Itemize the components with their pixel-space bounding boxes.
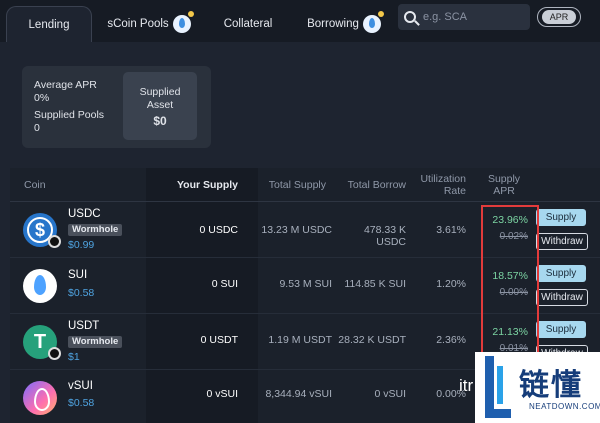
coin-price: $0.58: [68, 397, 95, 409]
tab-collateral[interactable]: Collateral: [210, 6, 286, 42]
total-borrow: 28.32 K USDT: [338, 334, 406, 346]
withdraw-button[interactable]: Withdraw: [536, 289, 588, 306]
coin-name: USDT: [68, 320, 100, 332]
header-your-supply: Your Supply: [176, 179, 238, 191]
supply-apr-boosted: 23.96%: [492, 214, 528, 226]
table-row: SUI $0.58 0 SUI 9.53 M SUI 114.85 K SUI …: [10, 258, 600, 314]
sparkle-icon: [377, 11, 384, 17]
supply-apr-boosted: 21.13%: [492, 326, 528, 338]
tab-label: sCoin Pools: [107, 18, 169, 30]
header-supply-apr-line1: Supply: [487, 173, 521, 185]
vsui-coin-icon: [23, 381, 57, 415]
neatdown-watermark: 链懂 NEATDOWN.COM: [475, 352, 600, 423]
your-supply: 0 USDC: [199, 224, 238, 236]
average-apr-value: 0%: [34, 92, 50, 104]
apr-toggle-label: APR: [542, 10, 576, 24]
header-utilization-line1: Utilization: [420, 173, 466, 185]
supply-button[interactable]: Supply: [536, 321, 586, 338]
header-supply-apr: Supply APR: [480, 173, 528, 197]
total-supply: 8,344.94 vSUI: [265, 388, 332, 400]
watermark-cn-text: 链懂: [519, 369, 583, 402]
total-borrow: 478.33 K USDC: [363, 224, 406, 248]
wormhole-tag: Wormhole: [68, 224, 123, 236]
sui-coin-icon: [362, 11, 384, 33]
supplied-asset-label-1: Supplied: [139, 86, 181, 98]
supply-apr-boosted: 18.57%: [492, 270, 528, 282]
your-supply: 0 USDT: [200, 334, 238, 346]
watermark-logo-icon: [485, 356, 511, 418]
supply-button[interactable]: Supply: [536, 209, 586, 226]
total-borrow: 0 vSUI: [374, 388, 406, 400]
withdraw-button[interactable]: Withdraw: [536, 233, 588, 250]
table-row: USDC Wormhole $0.99 0 USDC 13.23 M USDC …: [10, 202, 600, 258]
utilization-rate: 2.36%: [436, 334, 466, 346]
apr-toggle[interactable]: APR: [537, 7, 581, 27]
coin-name: vSUI: [68, 380, 93, 392]
coin-price: $0.58: [68, 287, 95, 299]
utilization-rate: 3.61%: [436, 224, 466, 236]
table-header: Coin Your Supply Total Supply Total Borr…: [10, 168, 600, 202]
sparkle-icon: [187, 11, 194, 17]
your-supply: 0 vSUI: [206, 388, 238, 400]
coin-price: $0.99: [68, 239, 95, 251]
supply-apr-base: 0.00%: [499, 287, 528, 298]
tab-label: Borrowing: [307, 18, 359, 30]
tab-scoin-pools[interactable]: sCoin Pools: [100, 6, 198, 42]
coin-price: $1: [68, 351, 80, 363]
supply-apr-base: 0.02%: [499, 231, 528, 242]
header-utilization-line2: Rate: [443, 185, 466, 197]
search-box[interactable]: [398, 4, 530, 30]
utilization-rate: 0.00%: [436, 388, 466, 400]
supplied-asset-label-2: Asset: [146, 99, 174, 111]
search-input[interactable]: [423, 11, 523, 23]
tab-borrowing[interactable]: Borrowing: [298, 6, 390, 42]
supplied-pools-value: 0: [34, 122, 40, 134]
header-supply-apr-line2: APR: [493, 185, 515, 197]
supplied-pools-label: Supplied Pools: [34, 109, 105, 121]
header-total-borrow: Total Borrow: [347, 179, 406, 191]
total-borrow: 114.85 K SUI: [344, 278, 406, 290]
tab-label: Lending: [28, 18, 70, 31]
supplied-asset-value: $0: [153, 114, 167, 128]
summary-panel: Average APR 0% Supplied Pools 0 Supplied…: [22, 66, 211, 148]
utilization-rate: 1.20%: [436, 278, 466, 290]
total-supply: 13.23 M USDC: [261, 224, 332, 236]
coin-name: SUI: [68, 269, 88, 281]
coin-name: USDC: [68, 208, 101, 220]
wormhole-icon: [48, 347, 61, 360]
header-coin: Coin: [24, 179, 46, 191]
supplied-asset-box: Supplied Asset $0: [123, 72, 197, 140]
sui-coin-icon: [172, 11, 194, 33]
tab-label: Collateral: [223, 18, 273, 30]
total-supply: 1.19 M USDT: [268, 334, 332, 346]
tab-bar: Lending sCoin Pools Collateral Borrowing…: [0, 0, 600, 42]
supply-button[interactable]: Supply: [536, 265, 586, 282]
sui-coin-icon: [23, 269, 57, 303]
average-apr-label: Average APR: [34, 79, 97, 91]
header-total-supply: Total Supply: [268, 179, 326, 191]
your-supply: 0 SUI: [211, 278, 238, 290]
wormhole-icon: [48, 235, 61, 248]
tab-lending[interactable]: Lending: [6, 6, 92, 42]
total-supply: 9.53 M SUI: [279, 278, 332, 290]
wormhole-tag: Wormhole: [68, 336, 123, 348]
watermark-en-text: NEATDOWN.COM: [529, 402, 600, 411]
overlay-text: itr: [459, 376, 474, 395]
search-icon: [404, 11, 416, 23]
header-utilization: Utilization Rate: [406, 173, 466, 197]
